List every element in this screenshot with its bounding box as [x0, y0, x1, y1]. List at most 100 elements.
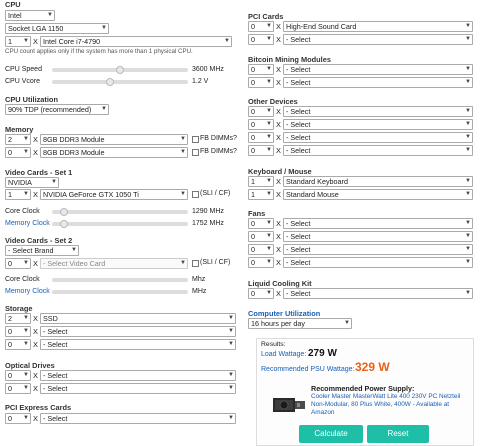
other-item-select-3[interactable]: - Select ▼ [283, 132, 473, 143]
fan-item-select-2[interactable]: - Select ▼ [283, 231, 473, 242]
storage-item-select-2[interactable]: - Select ▼ [40, 326, 236, 337]
fan-qty-select-1[interactable]: 0 ▼ [248, 218, 274, 229]
optical-item-select-1[interactable]: - Select ▼ [40, 370, 236, 381]
bitcoin-qty-select-1[interactable]: 0 ▼ [248, 64, 274, 75]
chevron-down-icon: ▼ [266, 134, 272, 140]
fan-qty-select-2[interactable]: 0 ▼ [248, 231, 274, 242]
mouse-qty-select[interactable]: 1 ▼ [248, 189, 274, 200]
fan-item-select-1[interactable]: - Select ▼ [283, 218, 473, 229]
calculate-button[interactable]: Calculate [299, 425, 363, 443]
video2-model-select[interactable]: - Select Video Card ▼ [40, 258, 188, 269]
pci-qty-select-2[interactable]: 0 ▼ [248, 34, 274, 45]
storage-item-select-3[interactable]: - Select ▼ [40, 339, 236, 350]
cpu-vcore-handle[interactable] [106, 78, 114, 86]
cpu-vcore-slider[interactable] [52, 80, 188, 84]
bitcoin-item-select-2[interactable]: - Select ▼ [283, 77, 473, 88]
other-qty-select-3[interactable]: 0 ▼ [248, 132, 274, 143]
cpu-socket-select[interactable]: Socket LGA 1150 ▼ [5, 23, 109, 34]
chevron-down-icon: ▼ [266, 79, 272, 85]
keyboard-qty-select[interactable]: 1 ▼ [248, 176, 274, 187]
bitcoin-item-select-1[interactable]: - Select ▼ [283, 64, 473, 75]
chevron-down-icon: ▼ [228, 415, 234, 421]
storage-qty-select-2[interactable]: 0 ▼ [5, 326, 31, 337]
optical-qty-select-1[interactable]: 0 ▼ [5, 370, 31, 381]
chevron-down-icon: ▼ [23, 315, 29, 321]
fan-qty-select-4[interactable]: 0 ▼ [248, 257, 274, 268]
pcie-title: PCI Express Cards [5, 403, 72, 412]
fan-item-select-3[interactable]: - Select ▼ [283, 244, 473, 255]
storage-item-select-1[interactable]: SSD ▼ [40, 313, 236, 324]
other-qty-select-2[interactable]: 0 ▼ [248, 119, 274, 130]
optical-item-select-2[interactable]: - Select ▼ [40, 383, 236, 394]
video1-sli-checkbox[interactable] [192, 191, 199, 198]
storage-title: Storage [5, 304, 33, 313]
times-label: X [276, 22, 281, 31]
chevron-down-icon: ▼ [71, 247, 77, 253]
cpu-brand-select[interactable]: Intel ▼ [5, 10, 55, 21]
chevron-down-icon: ▼ [23, 260, 29, 266]
chevron-down-icon: ▼ [465, 178, 471, 184]
video2-mem-value: MHz [192, 288, 207, 295]
chevron-down-icon: ▼ [465, 79, 471, 85]
cpu-qty-select[interactable]: 1 ▼ [5, 36, 31, 47]
pcie-qty-select-1[interactable]: 0 ▼ [5, 413, 31, 424]
results-panel: Results: Load Wattage: 279 W Recommended… [256, 338, 474, 446]
pci-qty-select-1[interactable]: 0 ▼ [248, 21, 274, 32]
chevron-down-icon: ▼ [23, 372, 29, 378]
cpu-speed-handle[interactable] [116, 66, 124, 74]
video2-mem-slider[interactable] [52, 290, 188, 294]
times-label: X [33, 340, 38, 349]
pcie-item-select-1[interactable]: - Select ▼ [40, 413, 236, 424]
memory-qty-select-2[interactable]: 0 ▼ [5, 147, 31, 158]
memory-qty-select-1[interactable]: 2 ▼ [5, 134, 31, 145]
keyboard-item-select[interactable]: Standard Keyboard ▼ [283, 176, 473, 187]
memory-module-select-1[interactable]: 8GB DDR3 Module ▼ [40, 134, 188, 145]
recommended-psu-link[interactable]: Cooler Master MasterWatt Lite 400 230V P… [311, 393, 469, 416]
bitcoin-qty-select-2[interactable]: 0 ▼ [248, 77, 274, 88]
chevron-down-icon: ▼ [228, 372, 234, 378]
video1-core-handle[interactable] [60, 208, 68, 216]
video2-brand-select[interactable]: - Select Brand ▼ [5, 245, 79, 256]
other-item-select-4[interactable]: - Select ▼ [283, 145, 473, 156]
pci-item-select-1[interactable]: High-End Sound Card ▼ [283, 21, 473, 32]
fb-dimm-checkbox-2[interactable] [192, 149, 199, 156]
video2-sli-checkbox[interactable] [192, 260, 199, 267]
cpu-model-select[interactable]: Intel Core i7-4790 ▼ [40, 36, 232, 47]
cpu-util-select[interactable]: 90% TDP (recommended) ▼ [5, 104, 109, 115]
memory-module-select-2[interactable]: 8GB DDR3 Module ▼ [40, 147, 188, 158]
optical-qty-select-2[interactable]: 0 ▼ [5, 383, 31, 394]
storage-qty-select-3[interactable]: 0 ▼ [5, 339, 31, 350]
chevron-down-icon: ▼ [465, 220, 471, 226]
video1-model-select[interactable]: NVIDIA GeForce GTX 1050 Ti ▼ [40, 189, 188, 200]
video2-qty-select[interactable]: 0 ▼ [5, 258, 31, 269]
other-item-select-1[interactable]: - Select ▼ [283, 106, 473, 117]
liquid-qty-select[interactable]: 0 ▼ [248, 288, 274, 299]
chevron-down-icon: ▼ [266, 290, 272, 296]
other-qty-select-4[interactable]: 0 ▼ [248, 145, 274, 156]
storage-qty-select-1[interactable]: 2 ▼ [5, 313, 31, 324]
other-item-select-2[interactable]: - Select ▼ [283, 119, 473, 130]
liquid-item-select[interactable]: - Select ▼ [283, 288, 473, 299]
chevron-down-icon: ▼ [23, 191, 29, 197]
reset-button[interactable]: Reset [367, 425, 429, 443]
video2-core-slider[interactable] [52, 278, 188, 282]
chevron-down-icon: ▼ [228, 328, 234, 334]
video1-mem-slider[interactable] [52, 222, 188, 226]
chevron-down-icon: ▼ [465, 233, 471, 239]
pci-item-select-2[interactable]: - Select ▼ [283, 34, 473, 45]
psu-product-image[interactable] [271, 393, 307, 415]
fb-dimm-checkbox-1[interactable] [192, 136, 199, 143]
fan-qty-select-3[interactable]: 0 ▼ [248, 244, 274, 255]
video1-qty-select[interactable]: 1 ▼ [5, 189, 31, 200]
computer-util-select[interactable]: 16 hours per day ▼ [248, 318, 352, 329]
mouse-item-select[interactable]: Standard Mouse ▼ [283, 189, 473, 200]
times-label: X [33, 190, 38, 199]
video1-brand-select[interactable]: NVIDIA ▼ [5, 177, 59, 188]
video1-mem-handle[interactable] [60, 220, 68, 228]
chevron-down-icon: ▼ [23, 328, 29, 334]
video2-core-value: Mhz [192, 276, 206, 283]
fan-item-select-4[interactable]: - Select ▼ [283, 257, 473, 268]
load-wattage-label: Load Wattage: [261, 351, 307, 358]
video1-core-slider[interactable] [52, 210, 188, 214]
other-qty-select-1[interactable]: 0 ▼ [248, 106, 274, 117]
